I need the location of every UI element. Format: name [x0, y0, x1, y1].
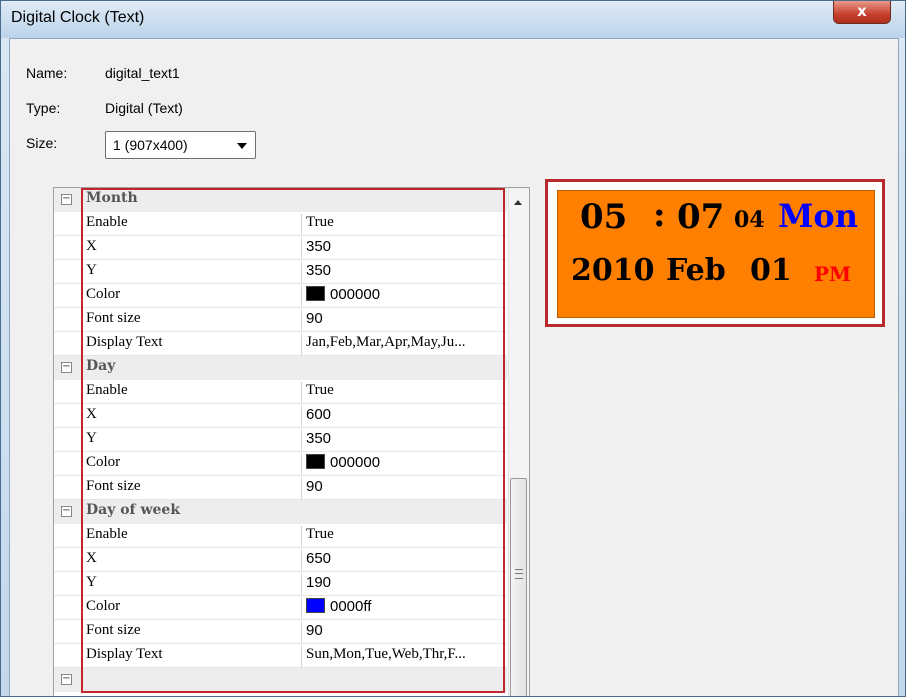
window-title: Digital Clock (Text): [11, 9, 145, 26]
clock-preview: 05 : 07 04 Mon 2010 Feb 01 PM: [557, 190, 875, 318]
property-row[interactable]: Y 350: [54, 428, 507, 452]
chevron-down-icon: [237, 143, 247, 149]
property-value[interactable]: 90: [306, 310, 323, 327]
color-hex-value: 000000: [330, 286, 381, 303]
property-value[interactable]: 190: [306, 574, 331, 591]
size-label: Size:: [26, 135, 58, 151]
size-select-value: 1 (907x400): [113, 137, 188, 153]
title-bar[interactable]: Digital Clock (Text) x: [1, 1, 905, 38]
category-title: Day: [86, 358, 116, 374]
property-value[interactable]: Jan,Feb,Mar,Apr,May,Ju...: [306, 334, 465, 351]
property-value[interactable]: 0000ff: [306, 598, 371, 615]
property-grid: − Month Enable True X 350 Y 350 Color 00…: [53, 187, 530, 696]
property-row[interactable]: Y 350: [54, 260, 507, 284]
property-value[interactable]: 350: [306, 430, 331, 447]
property-value[interactable]: 000000: [306, 286, 380, 303]
property-name: Font size: [86, 622, 302, 644]
property-row[interactable]: X 350: [54, 236, 507, 260]
property-value[interactable]: 000000: [306, 454, 380, 471]
name-value: digital_text1: [105, 65, 180, 81]
property-value[interactable]: True: [306, 526, 334, 543]
close-button[interactable]: x: [833, 1, 891, 24]
color-hex-value: 000000: [330, 454, 381, 471]
property-name: Enable: [86, 382, 302, 404]
preview-colon: :: [653, 195, 666, 235]
color-hex-value: 0000ff: [330, 598, 372, 615]
property-name: X: [86, 406, 302, 428]
category-day[interactable]: − Day: [54, 356, 507, 380]
grip-icon: [515, 569, 523, 579]
property-name: X: [86, 550, 302, 572]
property-row[interactable]: Font size 90: [54, 308, 507, 332]
property-name: Y: [86, 574, 302, 596]
type-value: Digital (Text): [105, 100, 183, 116]
property-name: X: [86, 238, 302, 260]
property-name: Color: [86, 454, 302, 476]
property-row[interactable]: Color 0000ff: [54, 596, 507, 620]
preview-seconds: 04: [734, 207, 765, 233]
color-swatch-icon: [306, 286, 325, 301]
scroll-up-arrow-icon[interactable]: [514, 200, 522, 205]
category-month[interactable]: − Month: [54, 188, 507, 212]
property-value[interactable]: 600: [306, 406, 331, 423]
property-value[interactable]: 350: [306, 238, 331, 255]
property-row[interactable]: Display Text Jan,Feb,Mar,Apr,May,Ju...: [54, 332, 507, 356]
property-row[interactable]: Color 000000: [54, 452, 507, 476]
property-row[interactable]: Y 190: [54, 572, 507, 596]
property-name: Y: [86, 262, 302, 284]
preview-ampm: PM: [814, 262, 852, 286]
size-select[interactable]: 1 (907x400): [105, 131, 256, 159]
property-value[interactable]: 650: [306, 550, 331, 567]
scrollbar-thumb[interactable]: [510, 478, 527, 696]
property-row[interactable]: Font size 90: [54, 476, 507, 500]
preview-year: 2010: [571, 253, 655, 288]
preview-hour: 05: [580, 197, 628, 237]
category-day-of-week[interactable]: − Day of week: [54, 500, 507, 524]
property-name: Display Text: [86, 646, 302, 668]
property-row[interactable]: X 650: [54, 548, 507, 572]
property-row[interactable]: Enable True: [54, 380, 507, 404]
property-row[interactable]: Enable True: [54, 212, 507, 236]
preview-month: Feb: [666, 253, 726, 288]
preview-frame: 05 : 07 04 Mon 2010 Feb 01 PM: [545, 179, 885, 327]
color-swatch-icon: [306, 598, 325, 613]
property-name: Font size: [86, 478, 302, 500]
property-name: Font size: [86, 310, 302, 332]
property-row[interactable]: Font size 90: [54, 620, 507, 644]
property-row[interactable]: Enable True: [54, 524, 507, 548]
category-title: Day of week: [86, 502, 181, 518]
color-swatch-icon: [306, 454, 325, 469]
property-value[interactable]: 90: [306, 478, 323, 495]
property-row[interactable]: Color 000000: [54, 284, 507, 308]
dialog-window: Digital Clock (Text) x Name: digital_tex…: [0, 0, 906, 697]
property-value[interactable]: True: [306, 382, 334, 399]
category-partial[interactable]: −: [54, 668, 507, 692]
property-value[interactable]: True: [306, 214, 334, 231]
property-value[interactable]: 350: [306, 262, 331, 279]
property-name: Display Text: [86, 334, 302, 356]
category-title: Month: [86, 190, 138, 206]
property-name: Enable: [86, 526, 302, 548]
preview-minute: 07: [677, 197, 725, 237]
dialog-client-area: Name: digital_text1 Type: Digital (Text)…: [9, 38, 899, 696]
vertical-scrollbar[interactable]: [508, 188, 529, 696]
property-name: Y: [86, 430, 302, 452]
property-value[interactable]: 90: [306, 622, 323, 639]
property-name: Color: [86, 598, 302, 620]
collapse-icon[interactable]: −: [61, 674, 72, 685]
property-row[interactable]: Display Text Sun,Mon,Tue,Web,Thr,F...: [54, 644, 507, 668]
property-value[interactable]: Sun,Mon,Tue,Web,Thr,F...: [306, 646, 466, 663]
preview-day: 01: [750, 253, 792, 288]
property-row[interactable]: X 600: [54, 404, 507, 428]
type-label: Type:: [26, 100, 61, 116]
collapse-icon[interactable]: −: [61, 362, 72, 373]
name-label: Name:: [26, 65, 68, 81]
collapse-icon[interactable]: −: [61, 506, 72, 517]
property-name: Enable: [86, 214, 302, 236]
preview-weekday: Mon: [778, 197, 859, 235]
collapse-icon[interactable]: −: [61, 194, 72, 205]
property-name: Color: [86, 286, 302, 308]
